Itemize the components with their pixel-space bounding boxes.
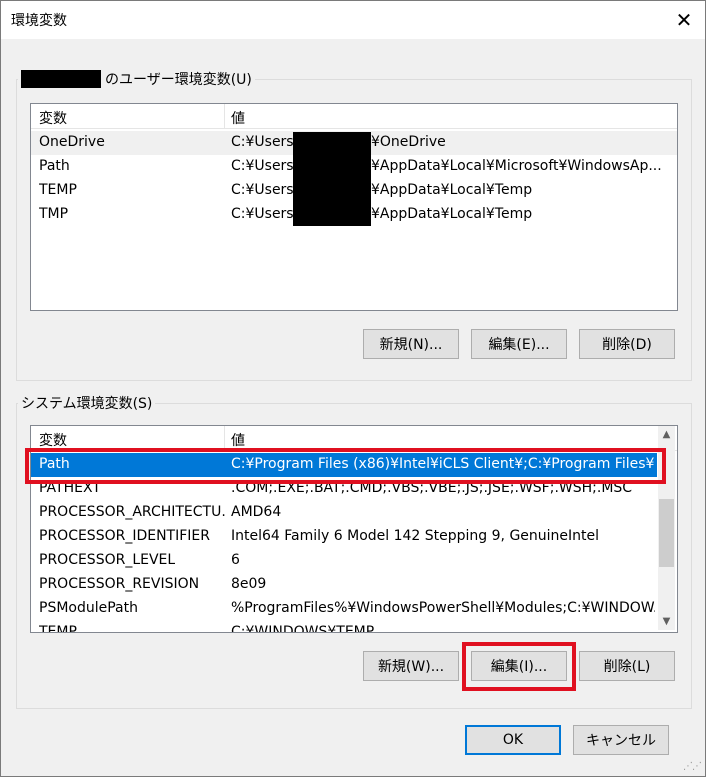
system-row-value: %ProgramFiles%¥WindowsPowerShell¥Modules…: [231, 600, 655, 616]
window-title: 環境変数: [11, 13, 67, 29]
system-variables-label: システム環境変数(S): [18, 393, 156, 413]
user-delete-button[interactable]: 削除(D): [579, 329, 675, 359]
user-new-button[interactable]: 新規(N)...: [363, 329, 459, 359]
system-row-name: PROCESSOR_REVISION: [39, 576, 200, 592]
user-variables-label: のユーザー環境変数(U): [18, 69, 255, 89]
scroll-down-icon[interactable]: ▼: [658, 613, 675, 630]
system-new-button[interactable]: 新規(W)...: [363, 651, 459, 681]
system-row-value: C:¥WINDOWS¥TEMP: [231, 624, 375, 633]
system-row-name: PROCESSOR_ARCHITECTU...: [39, 504, 225, 520]
user-row-value-suffix: ¥AppData¥Local¥Temp: [371, 206, 533, 222]
system-row-value: C:¥Program Files (x86)¥Intel¥iCLS Client…: [231, 456, 655, 472]
user-row-name: OneDrive: [39, 134, 105, 150]
system-list-scrollbar[interactable]: ▲ ▼: [658, 426, 675, 630]
system-row-value: Intel64 Family 6 Model 142 Stepping 9, G…: [231, 528, 600, 544]
resize-grip-icon[interactable]: ⋰⋰: [683, 761, 702, 772]
user-row-value-suffix: ¥AppData¥Local¥Microsoft¥WindowsAp...: [371, 158, 661, 174]
system-row-processor-revision[interactable]: PROCESSOR_REVISION 8e09: [31, 573, 657, 597]
system-row-name: PSModulePath: [39, 600, 138, 616]
system-row-temp[interactable]: TEMP C:¥WINDOWS¥TEMP: [31, 621, 657, 633]
system-row-pathext[interactable]: PATHEXT .COM;.EXE;.BAT;.CMD;.VBS;.VBE;.J…: [31, 477, 657, 501]
system-header-value[interactable]: 値: [231, 430, 245, 450]
system-row-value: .COM;.EXE;.BAT;.CMD;.VBS;.VBE;.JS;.JSE;.…: [231, 480, 633, 496]
system-row-processor-level[interactable]: PROCESSOR_LEVEL 6: [31, 549, 657, 573]
user-variables-label-text: のユーザー環境変数(U): [105, 72, 252, 88]
user-row-value-prefix: C:¥Users¥: [231, 206, 303, 222]
system-variables-list[interactable]: 変数 値 Path C:¥Program Files (x86)¥Intel¥i…: [30, 425, 678, 633]
scrollbar-thumb[interactable]: [659, 499, 674, 567]
system-list-header: 変数 値: [31, 426, 677, 451]
redacted-user-path: [293, 132, 371, 226]
system-row-name: PATHEXT: [39, 480, 101, 496]
cancel-button[interactable]: キャンセル: [573, 725, 669, 755]
user-row-value-suffix: ¥OneDrive: [371, 134, 446, 150]
environment-variables-dialog: 環境変数 ✕ のユーザー環境変数(U) 変数 値 OneDrive C:¥Use…: [0, 0, 706, 777]
user-edit-button[interactable]: 編集(E)...: [471, 329, 567, 359]
system-row-psmodulepath[interactable]: PSModulePath %ProgramFiles%¥WindowsPower…: [31, 597, 657, 621]
user-header-name[interactable]: 変数: [39, 108, 67, 128]
redacted-username: [21, 70, 101, 88]
system-header-name[interactable]: 変数: [39, 430, 67, 450]
user-row-name: TMP: [39, 206, 69, 222]
system-row-processor-architecture[interactable]: PROCESSOR_ARCHITECTU... AMD64: [31, 501, 657, 525]
system-row-value: AMD64: [231, 504, 282, 520]
system-row-name: TEMP: [39, 624, 77, 633]
system-row-value: 6: [231, 552, 240, 568]
user-row-name: Path: [39, 158, 70, 174]
close-icon[interactable]: ✕: [671, 7, 697, 33]
system-row-path[interactable]: Path C:¥Program Files (x86)¥Intel¥iCLS C…: [31, 453, 657, 477]
scroll-up-icon[interactable]: ▲: [658, 426, 675, 443]
ok-button[interactable]: OK: [465, 725, 561, 755]
user-list-header: 変数 値: [31, 104, 677, 129]
system-row-value: 8e09: [231, 576, 267, 592]
system-row-name: PROCESSOR_LEVEL: [39, 552, 176, 568]
system-row-name: Path: [39, 456, 70, 472]
system-row-processor-identifier[interactable]: PROCESSOR_IDENTIFIER Intel64 Family 6 Mo…: [31, 525, 657, 549]
user-row-name: TEMP: [39, 182, 77, 198]
user-row-value-prefix: C:¥Users¥: [231, 182, 303, 198]
system-row-name: PROCESSOR_IDENTIFIER: [39, 528, 210, 544]
system-edit-button[interactable]: 編集(I)...: [471, 651, 567, 681]
user-header-value[interactable]: 値: [231, 108, 245, 128]
user-variables-list[interactable]: 変数 値 OneDrive C:¥Users¥ ¥OneDrive Path C…: [30, 103, 678, 311]
user-row-value-prefix: C:¥Users¥: [231, 134, 303, 150]
user-row-value-suffix: ¥AppData¥Local¥Temp: [371, 182, 533, 198]
system-delete-button[interactable]: 削除(L): [579, 651, 675, 681]
user-row-value-prefix: C:¥Users¥: [231, 158, 303, 174]
title-bar[interactable]: 環境変数 ✕: [1, 1, 705, 39]
